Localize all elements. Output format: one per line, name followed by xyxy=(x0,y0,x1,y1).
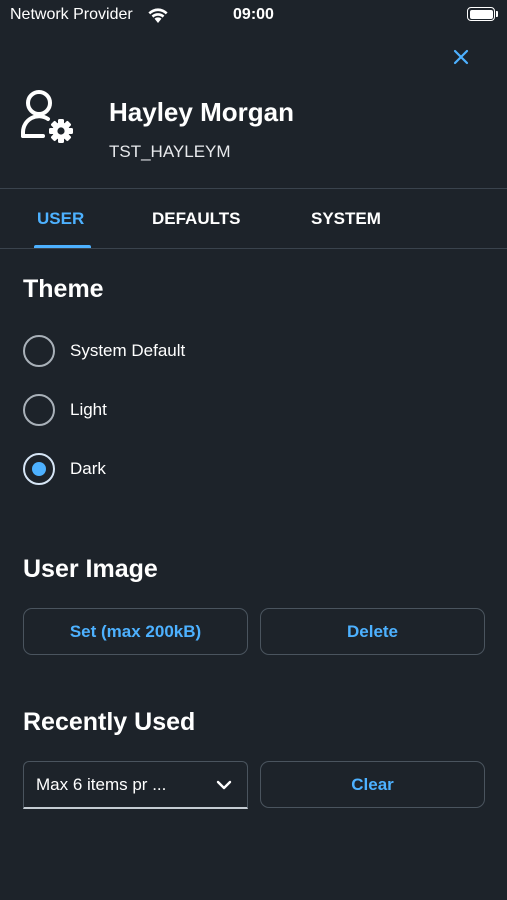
tab-user[interactable]: USER xyxy=(37,189,84,248)
theme-option-light[interactable]: Light xyxy=(23,394,323,428)
user-settings-icon xyxy=(21,90,73,143)
recently-used-title: Recently Used xyxy=(23,708,196,736)
radio-label: System Default xyxy=(70,341,186,360)
user-name: Hayley Morgan xyxy=(109,97,294,127)
status-bar: Network Provider 09:00 xyxy=(0,0,507,30)
theme-title: Theme xyxy=(23,275,104,303)
radio-label: Light xyxy=(70,400,107,419)
radio-label: Dark xyxy=(70,459,106,478)
radio-button[interactable] xyxy=(23,394,55,426)
tab-bar: USER DEFAULTS SYSTEM xyxy=(0,189,507,248)
settings-screen: Network Provider 09:00 Hayley Morgan TST… xyxy=(0,0,507,900)
tab-divider xyxy=(0,248,507,249)
tab-system[interactable]: SYSTEM xyxy=(311,189,381,248)
delete-image-button[interactable]: Delete xyxy=(260,608,485,655)
battery-fill xyxy=(469,9,493,19)
close-button[interactable] xyxy=(448,44,474,70)
battery-tip xyxy=(496,11,498,17)
set-image-button[interactable]: Set (max 200kB) xyxy=(23,608,248,655)
theme-option-dark[interactable]: Dark xyxy=(23,453,323,487)
status-time: 09:00 xyxy=(233,6,274,23)
select-value: Max 6 items pr ... xyxy=(36,775,167,794)
user-image-title: User Image xyxy=(23,555,158,583)
radio-button[interactable] xyxy=(23,335,55,367)
radio-selected-dot xyxy=(32,462,46,476)
close-icon xyxy=(453,49,469,65)
clear-button[interactable]: Clear xyxy=(260,761,485,808)
user-id: TST_HAYLEYM xyxy=(109,142,231,161)
chevron-down-icon xyxy=(216,780,232,790)
theme-option-system-default[interactable]: System Default xyxy=(23,335,323,369)
radio-button-selected[interactable] xyxy=(23,453,55,485)
battery-icon xyxy=(467,7,495,21)
recently-used-select[interactable]: Max 6 items pr ... xyxy=(23,761,248,809)
tab-defaults[interactable]: DEFAULTS xyxy=(152,189,240,248)
